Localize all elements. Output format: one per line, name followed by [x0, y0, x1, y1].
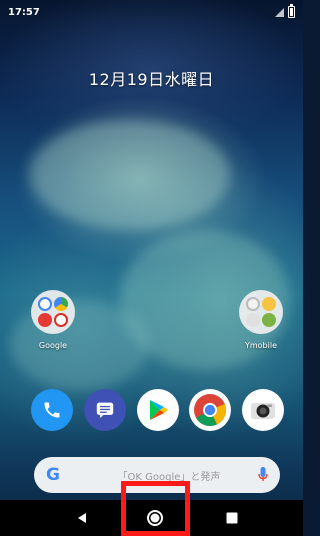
gmail-icon [54, 313, 68, 327]
google-app-icon [38, 297, 52, 311]
mic-icon[interactable] [258, 467, 268, 483]
ymobile-app-icon [246, 313, 260, 327]
ymobile-folder-icon[interactable] [239, 290, 283, 334]
ymobile-app-icon [262, 313, 276, 327]
chrome-icon[interactable] [189, 389, 231, 431]
back-icon[interactable] [72, 508, 92, 528]
home-screen: 17:57 12月19日水曜日 Google Ymobile G 「OK Goo… [0, 0, 303, 536]
messages-icon[interactable] [84, 389, 126, 431]
signal-icon [275, 7, 284, 17]
status-bar: 17:57 [0, 0, 303, 24]
google-folder-icon[interactable] [31, 290, 75, 334]
ymobile-app-icon [246, 297, 260, 311]
google-folder-label: Google [38, 341, 68, 350]
date-widget[interactable]: 12月19日水曜日 [0, 66, 303, 90]
status-time: 17:57 [8, 6, 40, 18]
play-store-icon[interactable] [137, 389, 179, 431]
youtube-icon [38, 313, 52, 327]
wallpaper-reef [30, 120, 230, 230]
google-g-icon: G [46, 465, 60, 485]
status-icons [275, 4, 295, 18]
recents-icon[interactable] [222, 508, 242, 528]
camera-icon[interactable] [242, 389, 284, 431]
ymobile-app-icon [262, 297, 276, 311]
home-button-highlight [121, 481, 190, 536]
ymobile-folder-label: Ymobile [244, 341, 278, 350]
phone-icon[interactable] [31, 389, 73, 431]
battery-icon [288, 4, 295, 18]
maps-icon [54, 297, 68, 311]
